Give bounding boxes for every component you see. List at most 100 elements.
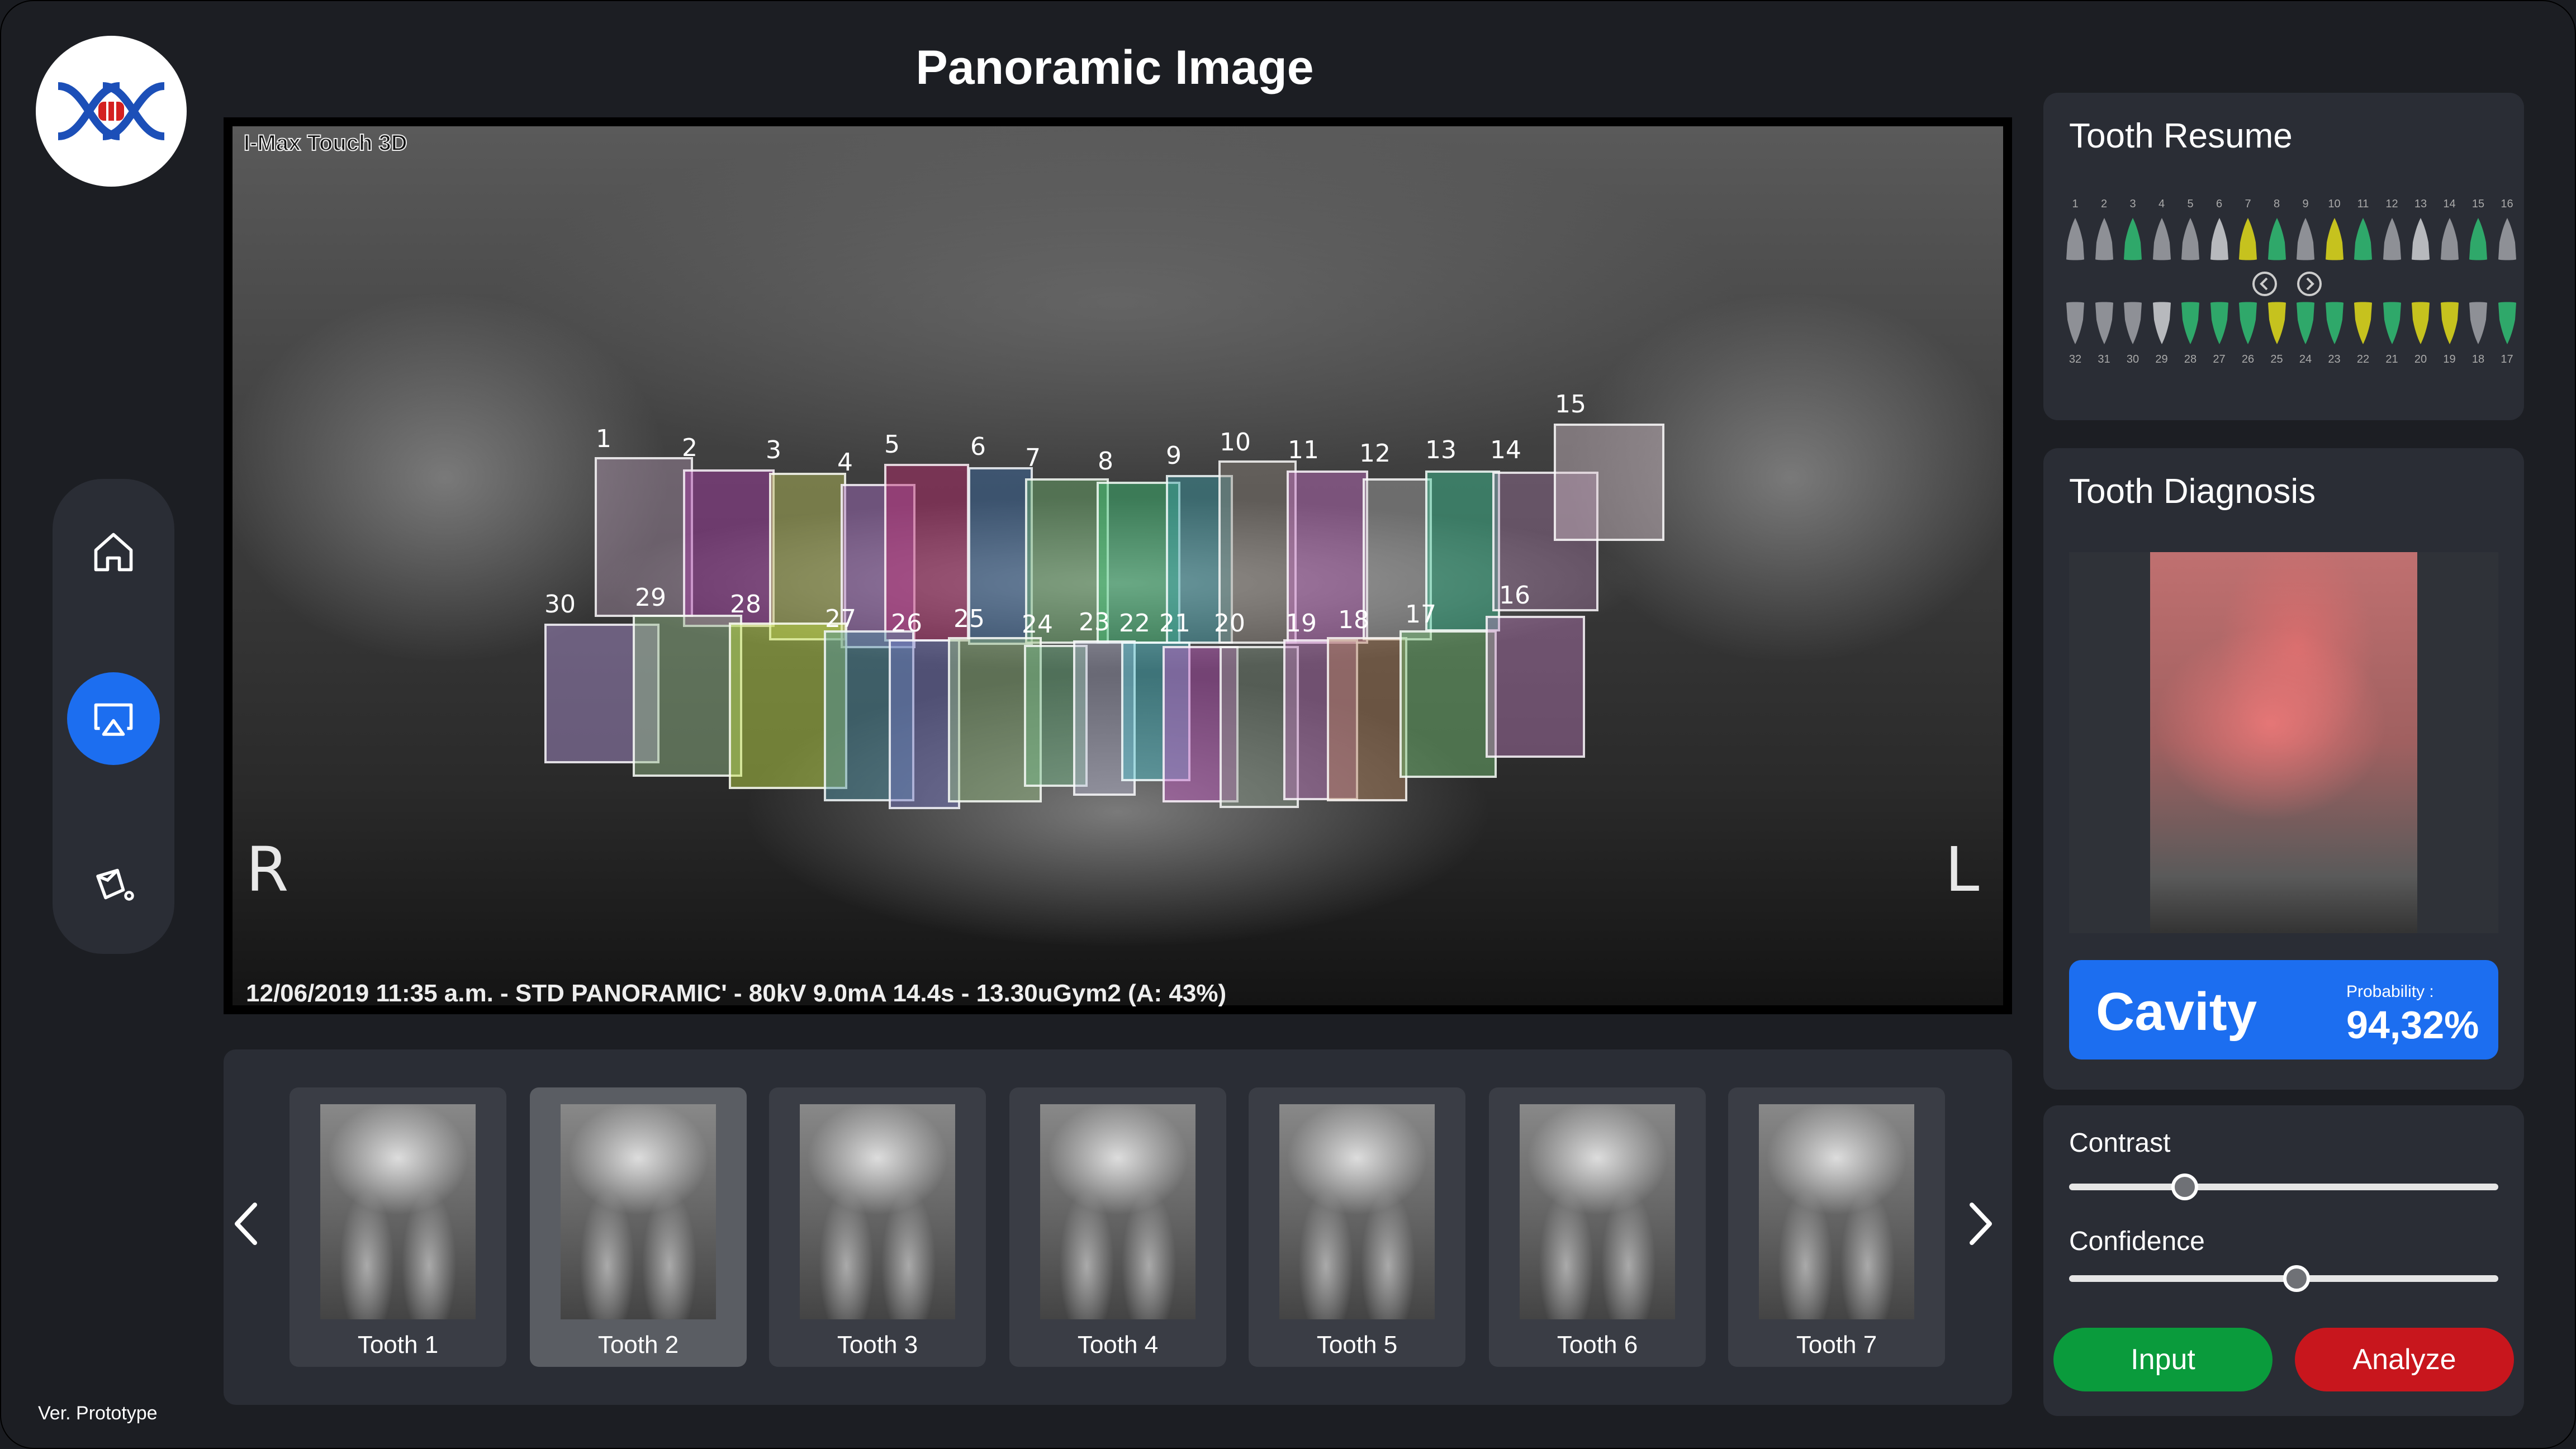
chevron-right-icon bbox=[2297, 272, 2322, 296]
tooth-number: 6 bbox=[970, 433, 986, 461]
side-nav bbox=[53, 479, 174, 954]
probability-label: Probability : bbox=[2346, 982, 2434, 1001]
tooth-thumbnail-selected[interactable]: Tooth 2 bbox=[530, 1087, 747, 1367]
home-icon bbox=[94, 533, 133, 572]
tooth-number: 24 bbox=[1022, 610, 1053, 639]
tooth-number: 4 bbox=[837, 448, 853, 477]
panoramic-xray[interactable]: I-Max Touch 3D R L 12/06/2019 11:35 a.m.… bbox=[224, 117, 2012, 1014]
tooth-number: 19 bbox=[1285, 609, 1317, 638]
chart-tooth-number: 23 bbox=[2328, 353, 2341, 365]
tooth-icon[interactable] bbox=[2207, 301, 2232, 345]
tooth-number: 13 bbox=[1425, 436, 1457, 464]
chart-tooth-number: 24 bbox=[2299, 353, 2312, 365]
app-logo bbox=[36, 36, 187, 187]
tooth-icon[interactable] bbox=[2408, 217, 2433, 262]
confidence-slider-handle[interactable] bbox=[2283, 1265, 2311, 1292]
tooth-box[interactable] bbox=[1327, 637, 1407, 801]
input-button[interactable]: Input bbox=[2053, 1328, 2273, 1391]
xray-metadata: 12/06/2019 11:35 a.m. - STD PANORAMIC' -… bbox=[246, 980, 1227, 1007]
tooth-icon[interactable] bbox=[2178, 301, 2203, 345]
tooth-icon[interactable] bbox=[2351, 301, 2375, 345]
chart-tooth-number: 1 bbox=[2072, 198, 2079, 210]
chart-tooth-number: 8 bbox=[2273, 198, 2280, 210]
tooth-icon[interactable] bbox=[2351, 217, 2375, 262]
diagnosis-result-card: Cavity Probability : 94,32% bbox=[2069, 960, 2498, 1060]
tooth-thumbnail-image bbox=[800, 1104, 955, 1319]
tooth-icon[interactable] bbox=[2495, 217, 2520, 262]
tooth-icon[interactable] bbox=[2466, 301, 2490, 345]
tooth-icon[interactable] bbox=[2322, 217, 2347, 262]
nav-tools-button[interactable] bbox=[67, 838, 160, 930]
tooth-thumbnail[interactable]: Tooth 1 bbox=[290, 1087, 506, 1367]
tooth-icon[interactable] bbox=[2150, 301, 2174, 345]
tooth-box[interactable] bbox=[1400, 630, 1497, 778]
tooth-number: 2 bbox=[682, 434, 698, 462]
chevron-left-icon bbox=[2252, 272, 2277, 296]
chevron-left-icon bbox=[235, 1203, 257, 1245]
tooth-number: 30 bbox=[544, 590, 576, 619]
tooth-thumbnail[interactable]: Tooth 3 bbox=[769, 1087, 986, 1367]
chart-tooth-number: 15 bbox=[2471, 198, 2485, 210]
dna-logo-icon bbox=[58, 82, 165, 140]
tooth-icon[interactable] bbox=[2293, 301, 2318, 345]
tooth-icon[interactable] bbox=[2293, 217, 2318, 262]
tooth-icon[interactable] bbox=[2092, 217, 2117, 262]
tooth-icon[interactable] bbox=[2063, 301, 2088, 345]
contrast-slider-handle[interactable] bbox=[2171, 1174, 2199, 1200]
chart-next-button[interactable] bbox=[2296, 270, 2323, 300]
tooth-number: 7 bbox=[1025, 444, 1041, 472]
tooth-thumbnail[interactable]: Tooth 4 bbox=[1009, 1087, 1226, 1367]
tooth-icon[interactable] bbox=[2236, 217, 2260, 262]
tooth-thumbnail-image bbox=[1759, 1104, 1914, 1319]
tooth-thumbnail[interactable]: Tooth 7 bbox=[1728, 1087, 1945, 1367]
thumbnail-prev-button[interactable] bbox=[233, 1201, 260, 1249]
analyze-button[interactable]: Analyze bbox=[2295, 1328, 2514, 1391]
page-title: Panoramic Image bbox=[915, 41, 1314, 94]
tooth-thumbnail[interactable]: Tooth 5 bbox=[1249, 1087, 1465, 1367]
tooth-icon[interactable] bbox=[2408, 301, 2433, 345]
tooth-icon[interactable] bbox=[2207, 217, 2232, 262]
nav-viewer-button[interactable] bbox=[67, 672, 160, 765]
tooth-number: 12 bbox=[1359, 439, 1391, 468]
tooth-icon[interactable] bbox=[2437, 301, 2462, 345]
nav-home-button[interactable] bbox=[67, 506, 160, 598]
tooth-box[interactable] bbox=[1486, 616, 1585, 758]
tooth-thumbnail[interactable]: Tooth 6 bbox=[1489, 1087, 1706, 1367]
chart-tooth-number: 28 bbox=[2184, 353, 2197, 365]
tooth-icon[interactable] bbox=[2265, 301, 2289, 345]
tooth-icon[interactable] bbox=[2063, 217, 2088, 262]
confidence-label: Confidence bbox=[2069, 1227, 2205, 1256]
tooth-icon[interactable] bbox=[2092, 301, 2117, 345]
tooth-number: 9 bbox=[1166, 441, 1182, 470]
xray-left-marker: L bbox=[1945, 834, 1980, 905]
tooth-icon[interactable] bbox=[2437, 217, 2462, 262]
chart-tooth-number: 32 bbox=[2069, 353, 2082, 365]
chart-tooth-number: 12 bbox=[2385, 198, 2398, 210]
tooth-box[interactable] bbox=[1554, 424, 1664, 541]
tooth-number: 17 bbox=[1405, 600, 1436, 629]
tooth-icon[interactable] bbox=[2466, 217, 2490, 262]
chart-tooth-number: 22 bbox=[2356, 353, 2370, 365]
tooth-icon[interactable] bbox=[2380, 301, 2404, 345]
tooth-number: 1 bbox=[596, 425, 611, 453]
chart-tooth-number: 19 bbox=[2443, 353, 2456, 365]
contrast-slider-track[interactable] bbox=[2069, 1184, 2498, 1190]
tooth-icon[interactable] bbox=[2322, 301, 2347, 345]
tooth-icon[interactable] bbox=[2265, 217, 2289, 262]
tooth-icon[interactable] bbox=[2178, 217, 2203, 262]
tooth-number: 11 bbox=[1288, 436, 1319, 464]
tooth-box[interactable] bbox=[633, 615, 742, 777]
tooth-number: 26 bbox=[891, 609, 922, 638]
tooth-icon[interactable] bbox=[2380, 217, 2404, 262]
chart-prev-button[interactable] bbox=[2251, 270, 2278, 300]
tooth-icon[interactable] bbox=[2120, 301, 2145, 345]
tooth-number: 20 bbox=[1214, 609, 1245, 638]
thumbnail-next-button[interactable] bbox=[1966, 1201, 1994, 1249]
tooth-icon[interactable] bbox=[2150, 217, 2174, 262]
chart-tooth-number: 14 bbox=[2443, 198, 2456, 210]
tooth-icon[interactable] bbox=[2495, 301, 2520, 345]
tooth-box[interactable] bbox=[1425, 471, 1500, 631]
tooth-icon[interactable] bbox=[2120, 217, 2145, 262]
chart-tooth-number: 9 bbox=[2302, 198, 2309, 210]
tooth-icon[interactable] bbox=[2236, 301, 2260, 345]
